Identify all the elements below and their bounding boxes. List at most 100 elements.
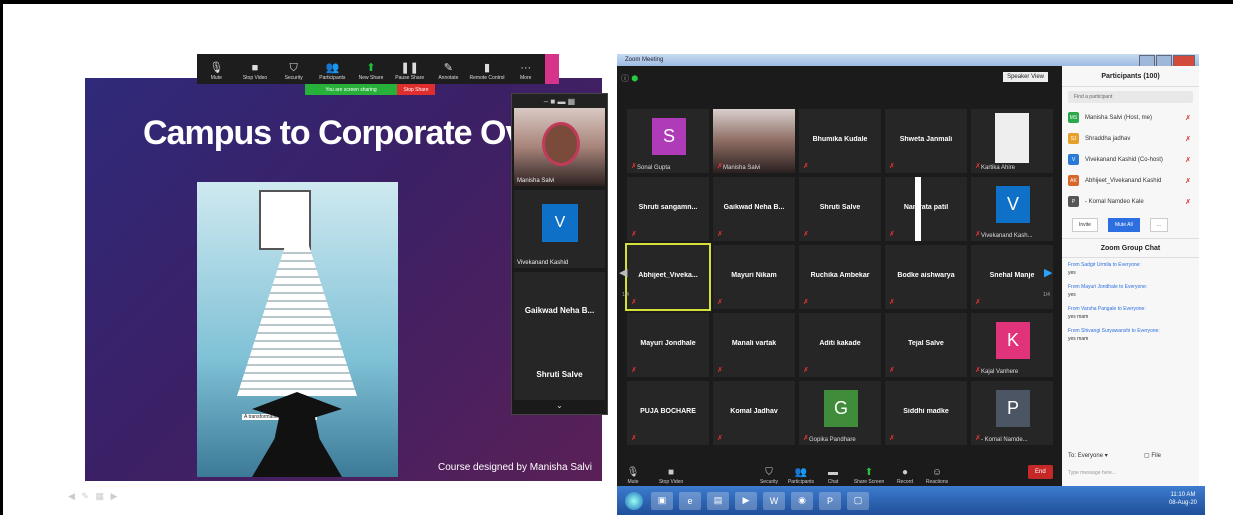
- participant-tile: Bodke aishwarya ✗: [885, 245, 967, 309]
- recipient-select[interactable]: Everyone: [1078, 453, 1103, 459]
- more-options-button[interactable]: ...: [1149, 218, 1168, 232]
- muted-mic-icon[interactable]: ✗: [1185, 135, 1191, 143]
- muted-mic-icon[interactable]: ✗: [1185, 114, 1191, 122]
- stop-share-button[interactable]: Stop Share: [397, 84, 435, 95]
- message-sender: From Shivangi Suryawanshi to Everyone:: [1068, 328, 1160, 334]
- participant-name: Vivekanand Kashid (Co-host): [1085, 156, 1163, 163]
- muted-mic-icon: ✗: [717, 435, 723, 442]
- participant-search-input[interactable]: Find a participant: [1068, 91, 1193, 103]
- ie-icon[interactable]: e: [679, 491, 701, 510]
- screen-sharing-status: You are screen sharing: [305, 84, 397, 95]
- stairs-illustration: [237, 246, 357, 396]
- participant-row[interactable]: MS Manisha Salvi (Host, me) ✗: [1062, 107, 1199, 128]
- annotate-button[interactable]: ✎ Annotate: [429, 54, 468, 84]
- participant-tile: Aditi kakade ✗: [799, 313, 881, 377]
- muted-mic-icon[interactable]: ✗: [1185, 156, 1191, 164]
- participant-row[interactable]: P - Komal Namdeo Kale ✗: [1062, 191, 1199, 212]
- muted-mic-icon: ✗: [631, 367, 637, 374]
- tile-name: Bhumika Kudale: [812, 136, 868, 143]
- prev-page-arrow[interactable]: ◀: [619, 266, 627, 279]
- avatar: P: [1068, 196, 1079, 207]
- file-button[interactable]: ▢ File: [1144, 452, 1161, 459]
- video-icon: ■: [667, 467, 675, 478]
- tile-name: Kartika Ahire: [981, 165, 1016, 171]
- invite-button[interactable]: Invite: [1072, 218, 1098, 232]
- shield-icon: ⛉: [765, 467, 773, 478]
- tile-name: Namrata patil: [903, 204, 949, 211]
- folder-icon[interactable]: ▤: [707, 491, 729, 510]
- chat-recipient[interactable]: To: Everyone ▾: [1068, 452, 1108, 459]
- muted-mic-icon: ✗: [803, 163, 809, 170]
- participant-row[interactable]: V Vivekanand Kashid (Co-host) ✗: [1062, 149, 1199, 170]
- file-label: File: [1151, 453, 1162, 459]
- muted-mic-icon: ✗: [803, 435, 809, 442]
- chat-message: From Mayuri Jondhale to Everyone: yes: [1062, 280, 1199, 302]
- video-tile: Manisha Salvi: [514, 108, 605, 186]
- muted-mic-icon: ✗: [717, 367, 723, 374]
- chat-title: Zoom Group Chat: [1062, 238, 1199, 258]
- window-titlebar: Zoom Meeting: [617, 54, 1199, 67]
- mouse-icon: ▮: [484, 62, 491, 74]
- participants-button[interactable]: 👥 Participants: [313, 54, 352, 84]
- speaker-view-button[interactable]: Speaker View: [1003, 72, 1048, 82]
- stop-video-button[interactable]: ■ Stop Video: [236, 54, 275, 84]
- pink-strip: [545, 54, 559, 84]
- muted-mic-icon: ✗: [975, 367, 981, 374]
- remote-control-label: Remote Control: [469, 75, 505, 81]
- message-text: yes mam: [1068, 336, 1089, 342]
- new-share-button[interactable]: ⬆ New Share: [352, 54, 391, 84]
- share-banner: You are screen sharing Stop Share: [305, 84, 435, 95]
- start-button[interactable]: [625, 491, 643, 510]
- muted-mic-icon: ✗: [889, 163, 895, 170]
- muted-mic-icon: ✗: [631, 231, 637, 238]
- more-label: More: [520, 75, 532, 81]
- chevron-down-icon[interactable]: ⌄: [512, 401, 607, 410]
- avatar: P: [996, 390, 1030, 427]
- tile-name: PUJA BOCHARE: [640, 408, 696, 415]
- next-page-arrow[interactable]: ▶: [1044, 266, 1052, 279]
- chrome-icon[interactable]: ◉: [791, 491, 813, 510]
- share-screen-label: Share Screen: [853, 479, 885, 485]
- avatar: V: [1068, 154, 1079, 165]
- end-meeting-button[interactable]: End: [1028, 465, 1053, 479]
- new-share-label: New Share: [358, 75, 384, 81]
- tile-name: Gopika Pandhare: [809, 437, 856, 443]
- message-sender: From Varsha Pangale to Everyone:: [1068, 306, 1146, 312]
- participant-row[interactable]: AK Abhijeet_Vivekanand Kashid ✗: [1062, 170, 1199, 191]
- muted-mic-icon: ✗: [631, 435, 637, 442]
- chat-message: From Sadgir Urmila to Everyone: yes: [1062, 258, 1199, 280]
- participant-tile: Gaikwad Neha B... ✗: [713, 177, 795, 241]
- tile-name: Gaikwad Neha B...: [524, 306, 595, 315]
- top-border: [0, 0, 1233, 4]
- explorer-icon[interactable]: ▣: [651, 491, 673, 510]
- tile-name: Tejal Salve: [908, 340, 944, 347]
- info-icons[interactable]: ⓘ ⬢: [621, 73, 638, 84]
- chat-input[interactable]: Type message here...: [1068, 470, 1116, 476]
- chat-label: Chat: [827, 479, 839, 485]
- more-button[interactable]: ··· More: [506, 54, 545, 84]
- participant-tile: Shweta Janmali ✗: [885, 109, 967, 173]
- record-label: Record: [896, 479, 914, 485]
- to-label: To:: [1068, 453, 1077, 459]
- participants-label: Participants: [319, 75, 346, 81]
- muted-mic-icon[interactable]: ✗: [1185, 198, 1191, 206]
- participant-row[interactable]: SJ Shraddha jadhav ✗: [1062, 128, 1199, 149]
- zoom-icon[interactable]: ▢: [847, 491, 869, 510]
- avatar: MS: [1068, 112, 1079, 123]
- participant-tile: Tejal Salve ✗: [885, 313, 967, 377]
- muted-mic-icon: ✗: [889, 231, 895, 238]
- powerpoint-icon[interactable]: P: [819, 491, 841, 510]
- mute-button[interactable]: 🎙 Mute: [197, 54, 236, 84]
- remote-control-button[interactable]: ▮ Remote Control: [468, 54, 507, 84]
- more-icon: ···: [520, 62, 532, 74]
- panel-controls[interactable]: – ■ ▬ ▦: [512, 94, 607, 108]
- muted-mic-icon[interactable]: ✗: [1185, 177, 1191, 185]
- participant-face: [542, 122, 580, 166]
- security-button[interactable]: ⛉ Security: [274, 54, 313, 84]
- participants-icon: 👥: [794, 467, 808, 478]
- media-icon[interactable]: ▶: [735, 491, 757, 510]
- word-icon[interactable]: W: [763, 491, 785, 510]
- mute-all-button[interactable]: Mute All: [1107, 218, 1140, 232]
- video-tile: Gaikwad Neha B...: [514, 272, 605, 350]
- pause-share-button[interactable]: ❚❚ Pause Share: [390, 54, 429, 84]
